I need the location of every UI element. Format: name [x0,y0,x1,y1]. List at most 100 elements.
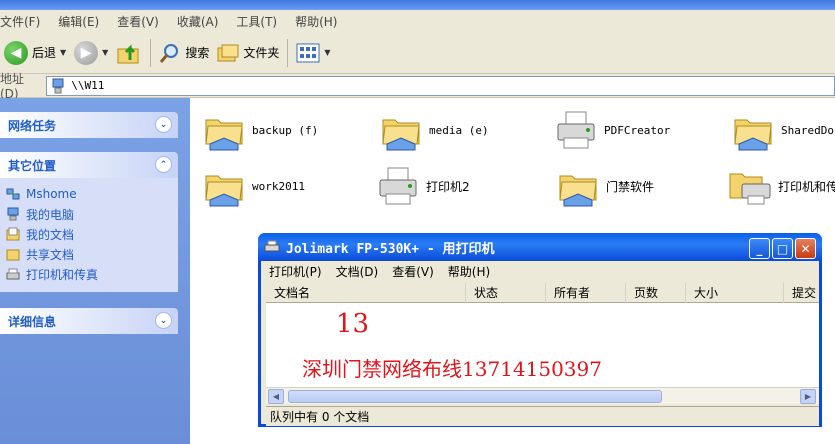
horizontal-scrollbar[interactable]: ◀ ▶ [266,387,819,404]
printer-title-icon [264,240,280,252]
printers-folder-icon [729,173,771,205]
place-label: 共享文档 [26,247,75,262]
share-media[interactable]: media (e) [379,102,554,158]
collapse-chevron-icon[interactable]: ⌃ [155,156,172,173]
other-places-title: 其它位置 [8,158,57,173]
expand-chevron-icon[interactable]: ⌄ [155,312,172,329]
printer-menu-bar: 打印机(P) 文档(D) 查看(V) 帮助(H) [261,261,819,281]
views-button[interactable]: ▼ [292,37,334,69]
column-submitted[interactable]: 提交 [784,283,819,303]
computer-icon [52,78,64,93]
column-owner[interactable]: 所有者 [546,283,626,303]
address-input[interactable]: \\W11 [46,75,835,96]
column-document-name[interactable]: 文档名 [266,283,466,303]
shared-folder-icon [6,249,20,261]
overlay-text: 深圳门禁网络布线13714150397 [302,357,602,381]
place-label: 我的文档 [26,227,75,242]
menu-help[interactable]: 帮助(H) [295,13,337,30]
views-dropdown-icon[interactable]: ▼ [324,48,330,57]
menu-help[interactable]: 帮助(H) [448,263,490,280]
menu-edit[interactable]: 编辑(E) [58,13,99,30]
address-value: \\W11 [71,79,105,92]
item-label: 打印机2 [426,179,470,194]
shared-folder-icon [205,175,243,207]
menu-printer[interactable]: 打印机(P) [269,263,322,280]
forward-dropdown-icon[interactable]: ▼ [102,48,108,57]
menu-tools[interactable]: 工具(T) [236,13,277,30]
queue-list[interactable]: 13 深圳门禁网络布线13714150397 [266,303,819,387]
place-my-documents[interactable]: 我的文档 [6,224,172,244]
menu-view[interactable]: 查看(V) [392,263,434,280]
printer-window-titlebar[interactable]: Jolimark FP-530K+ - 用打印机 _ □ ✕ [258,233,822,261]
place-my-computer[interactable]: 我的电脑 [6,204,172,224]
task-pane: 网络任务 ⌄ 其它位置 ⌃ Mshome 我的电脑 我的文档 共享文档 打印机和… [0,98,190,444]
shared-folder-icon [205,119,243,151]
back-dropdown-icon[interactable]: ▼ [60,48,66,57]
printer-icon [557,111,595,149]
printer-icon [379,167,417,205]
share-shareddocs[interactable]: SharedDocs [731,102,835,158]
scroll-left-icon[interactable]: ◀ [268,389,284,404]
menu-file[interactable]: 文件(F) [0,13,40,30]
printer-2[interactable]: 打印机2 [376,158,551,214]
item-label: work2011 [252,179,305,193]
place-shared-documents[interactable]: 共享文档 [6,244,172,264]
queue-column-headers: 文档名 状态 所有者 页数 大小 提交 [266,283,819,303]
menu-document[interactable]: 文档(D) [336,263,379,280]
expand-chevron-icon[interactable]: ⌄ [155,116,172,133]
network-tasks-header[interactable]: 网络任务 ⌄ [0,112,178,138]
search-icon [160,43,179,63]
column-status[interactable]: 状态 [466,283,546,303]
back-label: 后退 [32,46,57,60]
printers-and-faxes-folder[interactable]: 打印机和传真 [728,158,835,214]
scroll-thumb[interactable] [288,390,662,403]
my-computer-icon [7,207,19,221]
my-documents-icon [6,227,20,241]
printers-faxes-icon [6,268,20,280]
item-label: media (e) [429,123,489,137]
address-bar: 地址(D) \\W11 [0,72,835,101]
place-label: 我的电脑 [26,207,75,222]
forward-arrow-icon: ▶ [74,40,99,65]
search-button[interactable]: 搜索 [155,37,213,69]
item-label: SharedDocs [781,123,835,137]
item-label: PDFCreator [604,123,671,137]
place-printers-faxes[interactable]: 打印机和传真 [6,264,172,284]
column-pages[interactable]: 页数 [626,283,686,303]
network-tasks-title: 网络任务 [8,118,57,133]
toolbar-separator [150,38,152,67]
shared-folder-icon [559,175,597,207]
minimize-button[interactable]: _ [749,238,770,259]
details-header[interactable]: 详细信息 ⌄ [0,308,178,334]
printer-queue-window: Jolimark FP-530K+ - 用打印机 _ □ ✕ 打印机(P) 文档… [258,233,822,427]
back-button[interactable]: ◀ 后退 ▼ [0,37,70,69]
item-label: backup (f) [252,123,319,137]
back-arrow-icon: ◀ [4,40,28,65]
other-places-header[interactable]: 其它位置 ⌃ [0,152,178,178]
details-title: 详细信息 [8,314,57,329]
folders-button[interactable]: 文件夹 [213,37,283,69]
printer-pdfcreator[interactable]: PDFCreator [554,102,729,158]
search-label: 搜索 [185,46,210,60]
menu-view[interactable]: 查看(V) [117,13,159,30]
shared-folder-icon [734,119,772,151]
scroll-right-icon[interactable]: ▶ [800,389,816,404]
up-folder-button[interactable] [112,37,146,69]
forward-button[interactable]: ▶ ▼ [70,37,112,69]
share-access-control[interactable]: 门禁软件 [556,158,731,214]
place-label: 打印机和传真 [26,267,99,282]
maximize-button[interactable]: □ [772,238,793,259]
column-size[interactable]: 大小 [686,283,784,303]
place-mshome[interactable]: Mshome [6,184,172,204]
item-label: 门禁软件 [606,179,655,194]
item-label: 打印机和传真 [778,179,835,194]
share-backup[interactable]: backup (f) [202,102,377,158]
queue-status-text: 队列中有 0 个文档 [270,410,370,424]
close-button[interactable]: ✕ [795,238,816,259]
share-work2011[interactable]: work2011 [202,158,377,214]
menu-bar: 文件(F) 编辑(E) 查看(V) 收藏(A) 工具(T) 帮助(H) [0,10,835,32]
menu-favorites[interactable]: 收藏(A) [177,13,219,30]
place-label: Mshome [26,187,77,201]
address-label: 地址(D) [0,72,25,101]
title-bar [0,0,835,10]
